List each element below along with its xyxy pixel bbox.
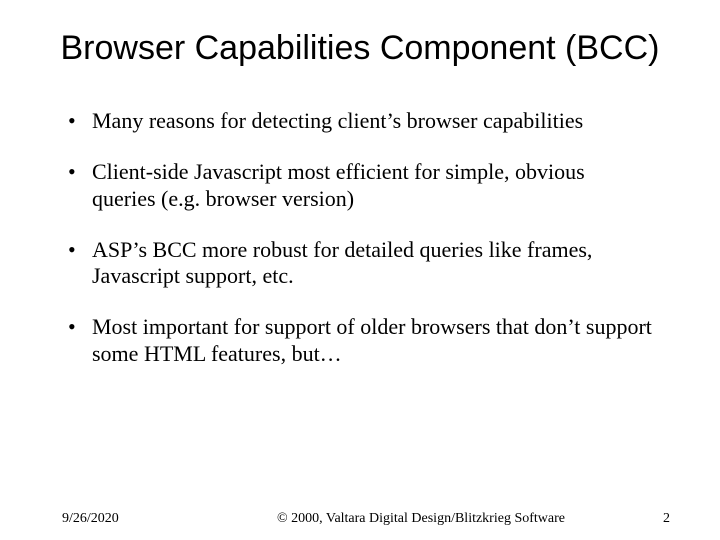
slide: Browser Capabilities Component (BCC) Man…: [0, 0, 720, 540]
footer-date: 9/26/2020: [62, 511, 232, 527]
footer-copyright: © 2000, Valtara Digital Design/Blitzkrie…: [232, 511, 610, 528]
list-item: Client-side Javascript most efficient fo…: [68, 159, 652, 213]
bullet-list: Many reasons for detecting client’s brow…: [50, 108, 670, 368]
slide-title: Browser Capabilities Component (BCC): [60, 28, 660, 68]
list-item: Most important for support of older brow…: [68, 314, 652, 368]
list-item: Many reasons for detecting client’s brow…: [68, 108, 652, 135]
slide-footer: 9/26/2020 © 2000, Valtara Digital Design…: [0, 511, 720, 528]
footer-page-number: 2: [610, 511, 670, 527]
list-item: ASP’s BCC more robust for detailed queri…: [68, 237, 652, 291]
